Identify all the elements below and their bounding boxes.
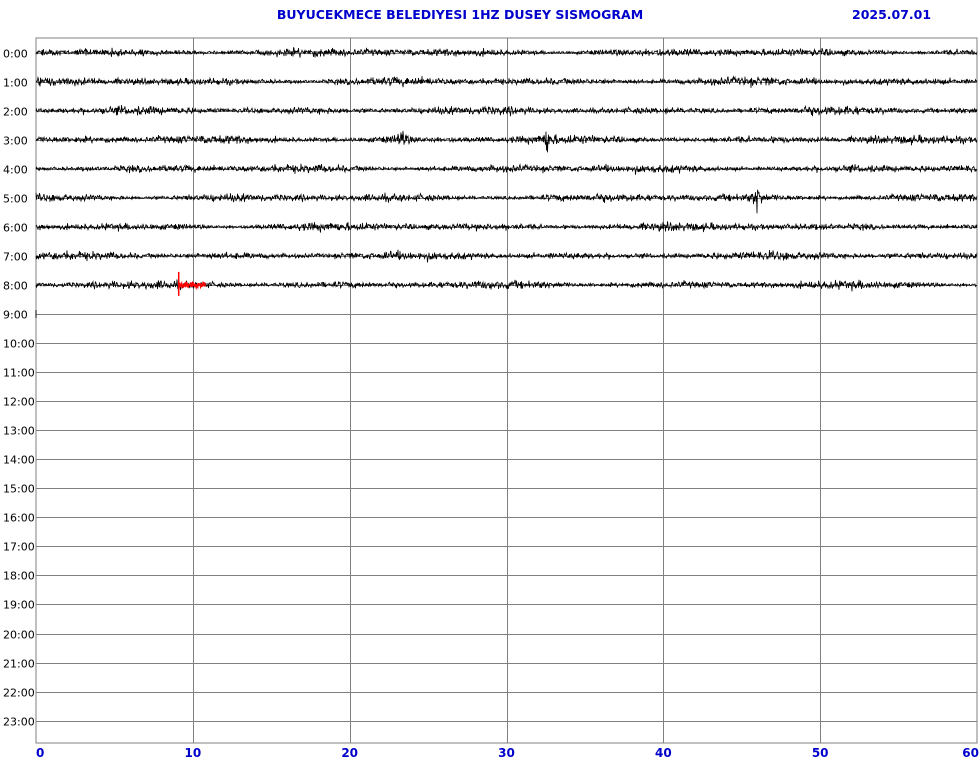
grid [35,37,978,744]
x-tick-label: 0 [36,746,44,760]
axis-labels: 0:00 1:00 2:00 3:00 4:00 5:00 6:00 7:00 8:00 9:00… [3,48,979,760]
x-tick-label: 60 [962,746,979,760]
hour-label: 0:00 [3,48,28,61]
seismic-trace [35,189,978,214]
hour-label: 1:00 [3,77,28,90]
seismic-trace [35,130,978,153]
hour-label: 11:00 [3,367,35,380]
hour-label: 13:00 [3,425,35,438]
hour-label: 10:00 [3,338,35,351]
hour-label: 21:00 [3,658,35,671]
seismic-trace [35,221,978,233]
hour-label: 8:00 [3,280,28,293]
hour-label: 5:00 [3,193,28,206]
hour-label: 20:00 [3,629,35,642]
seismic-trace [35,75,978,88]
hour-label: 16:00 [3,512,35,525]
hour-label: 4:00 [3,164,28,177]
hour-label: 19:00 [3,599,35,612]
plot-frame [35,37,978,744]
x-tick-label: 20 [341,746,358,760]
seismic-trace [35,163,978,175]
seismogram-plot: 0:00 1:00 2:00 3:00 4:00 5:00 6:00 7:00 8:00 9:00… [3,37,979,760]
seismic-trace [35,104,978,117]
hour-label: 17:00 [3,541,35,554]
hour-label: 9:00 [3,309,28,322]
x-tick-label: 40 [655,746,672,760]
hour-label: 23:00 [3,716,35,729]
hour-label: 3:00 [3,135,28,148]
hour-label: 7:00 [3,251,28,264]
x-tick-label: 50 [812,746,829,760]
seismic-trace [35,279,978,292]
hour-label: 15:00 [3,483,35,496]
x-tick-label: 30 [498,746,515,760]
hour-label: 2:00 [3,106,28,119]
hour-label: 6:00 [3,222,28,235]
hour-label: 14:00 [3,454,35,467]
hour-label: 12:00 [3,396,35,409]
seismic-trace [35,46,978,58]
traces [35,46,978,318]
x-tick-label: 10 [184,746,201,760]
hour-label: 22:00 [3,687,35,700]
hour-label: 18:00 [3,570,35,583]
